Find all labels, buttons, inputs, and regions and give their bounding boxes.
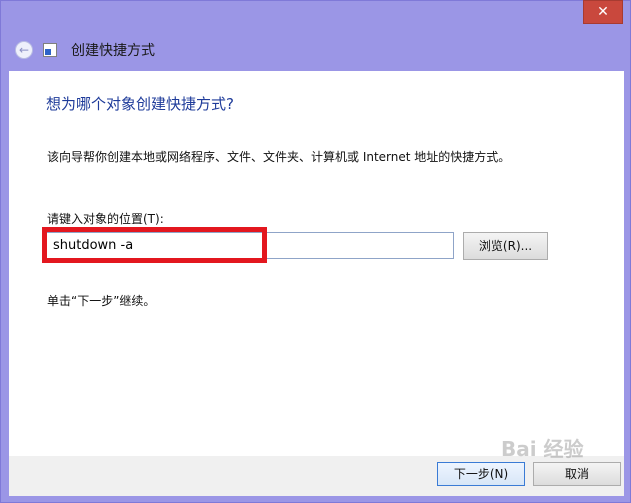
next-button[interactable]: 下一步(N) xyxy=(437,462,525,486)
back-arrow-icon: ← xyxy=(18,43,30,57)
location-label: 请键入对象的位置(T): xyxy=(47,212,164,226)
browse-button[interactable]: 浏览(R)... xyxy=(463,232,548,260)
close-icon: ✕ xyxy=(597,4,609,20)
cancel-button[interactable]: 取消 xyxy=(533,462,621,486)
shortcut-arrow-icon xyxy=(45,49,51,55)
back-button[interactable]: ← xyxy=(15,41,33,59)
dialog-title: 创建快捷方式 xyxy=(71,43,155,59)
close-button[interactable]: ✕ xyxy=(584,1,622,23)
shortcut-icon xyxy=(43,43,57,57)
location-input[interactable] xyxy=(46,232,454,259)
dialog-header: ← 创建快捷方式 xyxy=(15,31,155,69)
wizard-content: 想为哪个对象创建快捷方式? 该向导帮你创建本地或网络程序、文件、文件夹、计算机或… xyxy=(9,71,624,456)
wizard-description: 该向导帮你创建本地或网络程序、文件、文件夹、计算机或 Internet 地址的快… xyxy=(47,150,511,164)
page-heading: 想为哪个对象创建快捷方式? xyxy=(46,95,234,113)
wizard-footer: 下一步(N) 取消 xyxy=(9,456,624,496)
continue-hint: 单击“下一步”继续。 xyxy=(47,294,156,308)
create-shortcut-window: ✕ ← 创建快捷方式 想为哪个对象创建快捷方式? 该向导帮你创建本地或网络程序、… xyxy=(0,0,631,503)
